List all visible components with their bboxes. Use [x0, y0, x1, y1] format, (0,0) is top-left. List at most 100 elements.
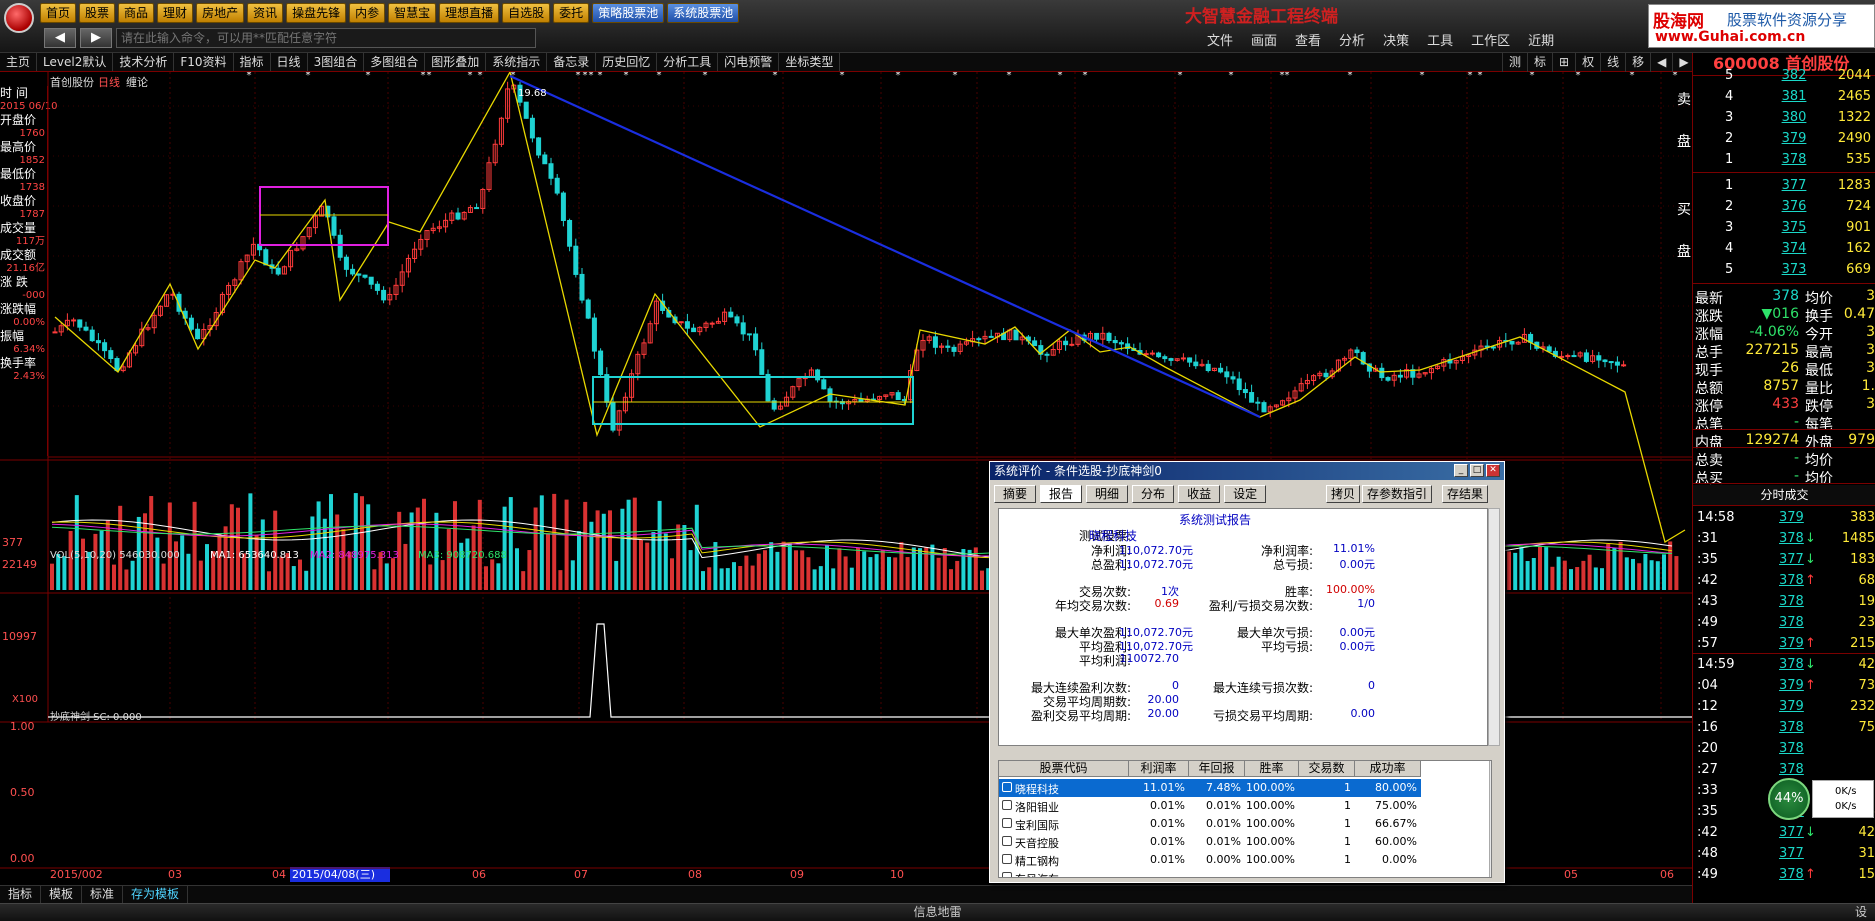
dialog-tab-2[interactable]: 明细: [1086, 485, 1129, 503]
toolbar-right-1[interactable]: 标: [1527, 53, 1552, 72]
menu-1[interactable]: 画面: [1251, 30, 1277, 49]
back-button[interactable]: ◀: [44, 28, 76, 48]
nav-button-5[interactable]: 资讯: [247, 3, 284, 23]
toolbar-item-13[interactable]: 闪电预警: [718, 53, 780, 71]
toolbar-item-3[interactable]: F10资料: [174, 53, 234, 71]
save-result-button[interactable]: 存结果: [1442, 485, 1489, 503]
toolbar-item-5[interactable]: 日线: [271, 53, 308, 71]
template-tab-2[interactable]: 标准: [82, 886, 124, 903]
nav-button-0[interactable]: 首页: [40, 3, 77, 23]
toolbar-item-4[interactable]: 指标: [234, 53, 271, 71]
nav-button-13[interactable]: 系统股票池: [667, 3, 740, 23]
menu-3[interactable]: 分析: [1339, 30, 1365, 49]
ask-price[interactable]: 378: [1773, 152, 1815, 167]
toolbar-item-10[interactable]: 备忘录: [547, 53, 597, 71]
nav-button-2[interactable]: 商品: [118, 3, 155, 23]
nav-button-7[interactable]: 内参: [349, 3, 386, 23]
ask-price[interactable]: 382: [1773, 68, 1815, 83]
menu-2[interactable]: 查看: [1295, 30, 1321, 49]
table-row[interactable]: 精工钢构 0.01% 0.00% 100.00% 1 0.00%: [999, 851, 1421, 869]
ask-price[interactable]: 380: [1773, 110, 1815, 125]
volume-bar: [112, 564, 116, 590]
toolbar-item-8[interactable]: 图形叠加: [425, 53, 487, 71]
toolbar-right-6[interactable]: ◀: [1650, 53, 1672, 72]
template-tab-0[interactable]: 指标: [0, 886, 42, 903]
dialog-tab-4[interactable]: 收益: [1178, 485, 1221, 503]
date-label: 06: [472, 868, 486, 881]
table-header-4[interactable]: 交易数: [1299, 761, 1355, 777]
table-header-0[interactable]: 股票代码: [999, 761, 1129, 777]
ask-level: 5: [1725, 68, 1734, 83]
bid-price[interactable]: 377: [1773, 178, 1815, 193]
settings-corner[interactable]: 设: [1855, 904, 1867, 920]
tick-price: 378: [1779, 741, 1804, 756]
nav-button-1[interactable]: 股票: [79, 3, 116, 23]
table-row[interactable]: 宝利国际 0.01% 0.01% 100.00% 1 66.67%: [999, 815, 1421, 833]
report-scrollbar[interactable]: [1488, 508, 1500, 746]
toolbar-item-2[interactable]: 技术分析: [113, 53, 175, 71]
toolbar-item-1[interactable]: Level2默认: [37, 53, 114, 71]
volume-bar: [248, 493, 253, 590]
table-row[interactable]: 洛阳钼业 0.01% 0.01% 100.00% 1 75.00%: [999, 797, 1421, 815]
nav-button-12[interactable]: 策略股票池: [592, 3, 665, 23]
up-arrow-icon: ↑: [1805, 867, 1816, 882]
nav-button-10[interactable]: 自选股: [502, 3, 551, 23]
minimize-icon[interactable]: _: [1454, 464, 1468, 477]
toolbar-item-7[interactable]: 多图组合: [364, 53, 426, 71]
toolbar-item-14[interactable]: 坐标类型: [779, 53, 841, 71]
toolbar-item-11[interactable]: 历史回忆: [596, 53, 658, 71]
toolbar-item-6[interactable]: 3图组合: [308, 53, 365, 71]
dialog-tab-1[interactable]: 报告: [1040, 485, 1083, 503]
table-header-1[interactable]: 利润率: [1129, 761, 1189, 777]
nav-button-9[interactable]: 理想直播: [439, 3, 500, 23]
close-icon[interactable]: ✕: [1486, 464, 1500, 477]
toolbar-item-12[interactable]: 分析工具: [657, 53, 719, 71]
table-header-5[interactable]: 成功率: [1355, 761, 1421, 777]
table-header-3[interactable]: 胜率: [1245, 761, 1299, 777]
report-value: 20.00: [1147, 707, 1180, 720]
menu-6[interactable]: 工作区: [1471, 30, 1510, 49]
cpu-gauge[interactable]: 44%: [1768, 778, 1810, 820]
bid-price[interactable]: 375: [1773, 220, 1815, 235]
toolbar-right-2[interactable]: ⊞: [1552, 53, 1575, 72]
dialog-tab-3[interactable]: 分布: [1132, 485, 1175, 503]
signal-mark: *: [773, 72, 778, 81]
template-tab-1[interactable]: 模板: [41, 886, 83, 903]
template-tab-3[interactable]: 存为模板: [123, 886, 189, 903]
bid-price[interactable]: 373: [1773, 262, 1815, 277]
table-header-2[interactable]: 年回报: [1189, 761, 1245, 777]
command-input[interactable]: [116, 28, 536, 48]
app-logo-icon[interactable]: [4, 3, 34, 33]
menu-7[interactable]: 近期: [1528, 30, 1554, 49]
table-row[interactable]: 晓程科技 11.01% 7.48% 100.00% 1 80.00%: [999, 779, 1421, 797]
nav-button-11[interactable]: 委托: [553, 3, 590, 23]
nav-button-8[interactable]: 智慧宝: [388, 3, 437, 23]
table-scrollbar[interactable]: [1489, 761, 1491, 877]
menu-0[interactable]: 文件: [1207, 30, 1233, 49]
table-row[interactable]: 东风汽车: [999, 869, 1421, 877]
date-label: 06: [1660, 868, 1674, 881]
forward-button[interactable]: ▶: [80, 28, 112, 48]
toolbar-right-3[interactable]: 权: [1575, 53, 1600, 72]
toolbar-right-4[interactable]: 线: [1600, 53, 1625, 72]
dialog-tab-5[interactable]: 设定: [1224, 485, 1267, 503]
volume-bar: [670, 558, 674, 590]
toolbar-right-0[interactable]: 测: [1502, 53, 1527, 72]
candle-body: [1230, 376, 1236, 380]
dialog-tab-0[interactable]: 摘要: [994, 485, 1037, 503]
toolbar-item-0[interactable]: 主页: [0, 53, 38, 71]
toolbar-right-5[interactable]: 移: [1625, 53, 1650, 72]
menu-5[interactable]: 工具: [1427, 30, 1453, 49]
status-text[interactable]: 信息地雷: [913, 905, 961, 919]
candle-body: [554, 177, 560, 194]
table-row[interactable]: 天音控股 0.01% 0.01% 100.00% 1 60.00%: [999, 833, 1421, 851]
toolbar-item-9[interactable]: 系统指示: [486, 53, 548, 71]
maximize-icon[interactable]: □: [1470, 464, 1484, 477]
nav-button-3[interactable]: 理财: [157, 3, 194, 23]
save-params-button[interactable]: 存参数指引: [1362, 485, 1433, 503]
volume-bar: [360, 496, 364, 590]
nav-button-4[interactable]: 房地产: [196, 3, 245, 23]
nav-button-6[interactable]: 操盘先锋: [286, 3, 347, 23]
menu-4[interactable]: 决策: [1383, 30, 1409, 49]
copy-button[interactable]: 拷贝: [1326, 485, 1361, 503]
